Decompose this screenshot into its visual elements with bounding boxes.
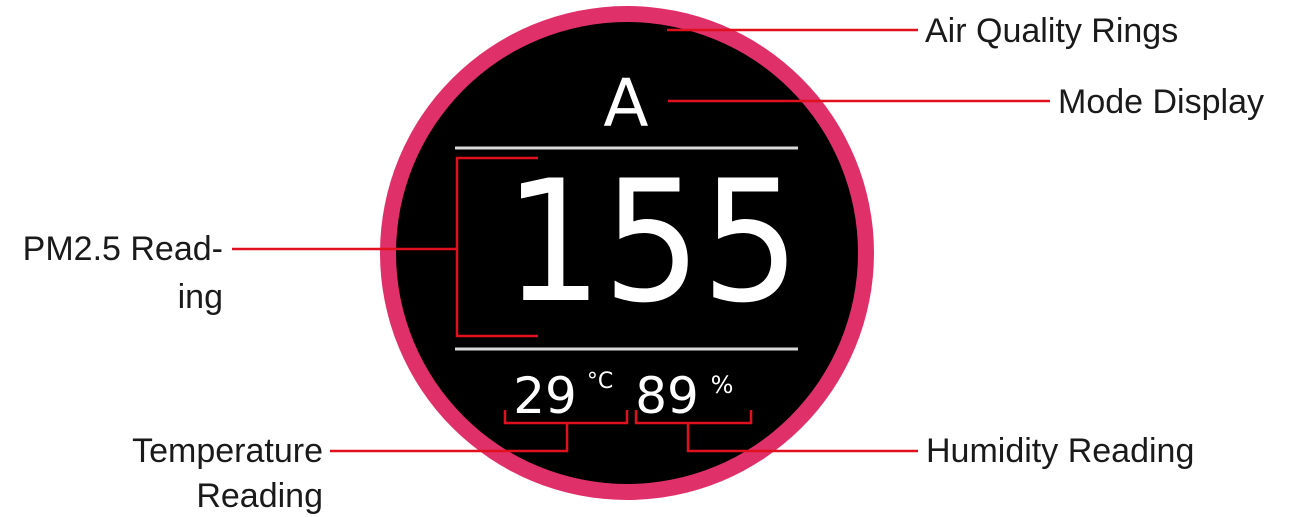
air-quality-rings-label: Air Quality Rings [925,12,1178,50]
temperature-unit: °C [587,369,613,394]
pm25-reading-label-line2: ing [178,278,223,316]
mode-letter: A [603,65,648,142]
annotated-monitor-diagram: A 155 29 °C 89 % Air Quality Rings Mode … [23,6,1264,515]
temperature-value: 29 [513,367,577,425]
temperature-reading-label-line2: Reading [196,477,323,515]
humidity-unit: % [711,371,734,399]
pm25-reading-label-line1: PM2.5 Read- [23,230,223,268]
pm25-value: 155 [504,144,800,340]
mode-display-label: Mode Display [1058,83,1264,121]
humidity-value: 89 [635,367,699,425]
humidity-reading-label: Humidity Reading [926,432,1194,470]
temperature-reading-label-line1: Temperature [132,432,323,470]
